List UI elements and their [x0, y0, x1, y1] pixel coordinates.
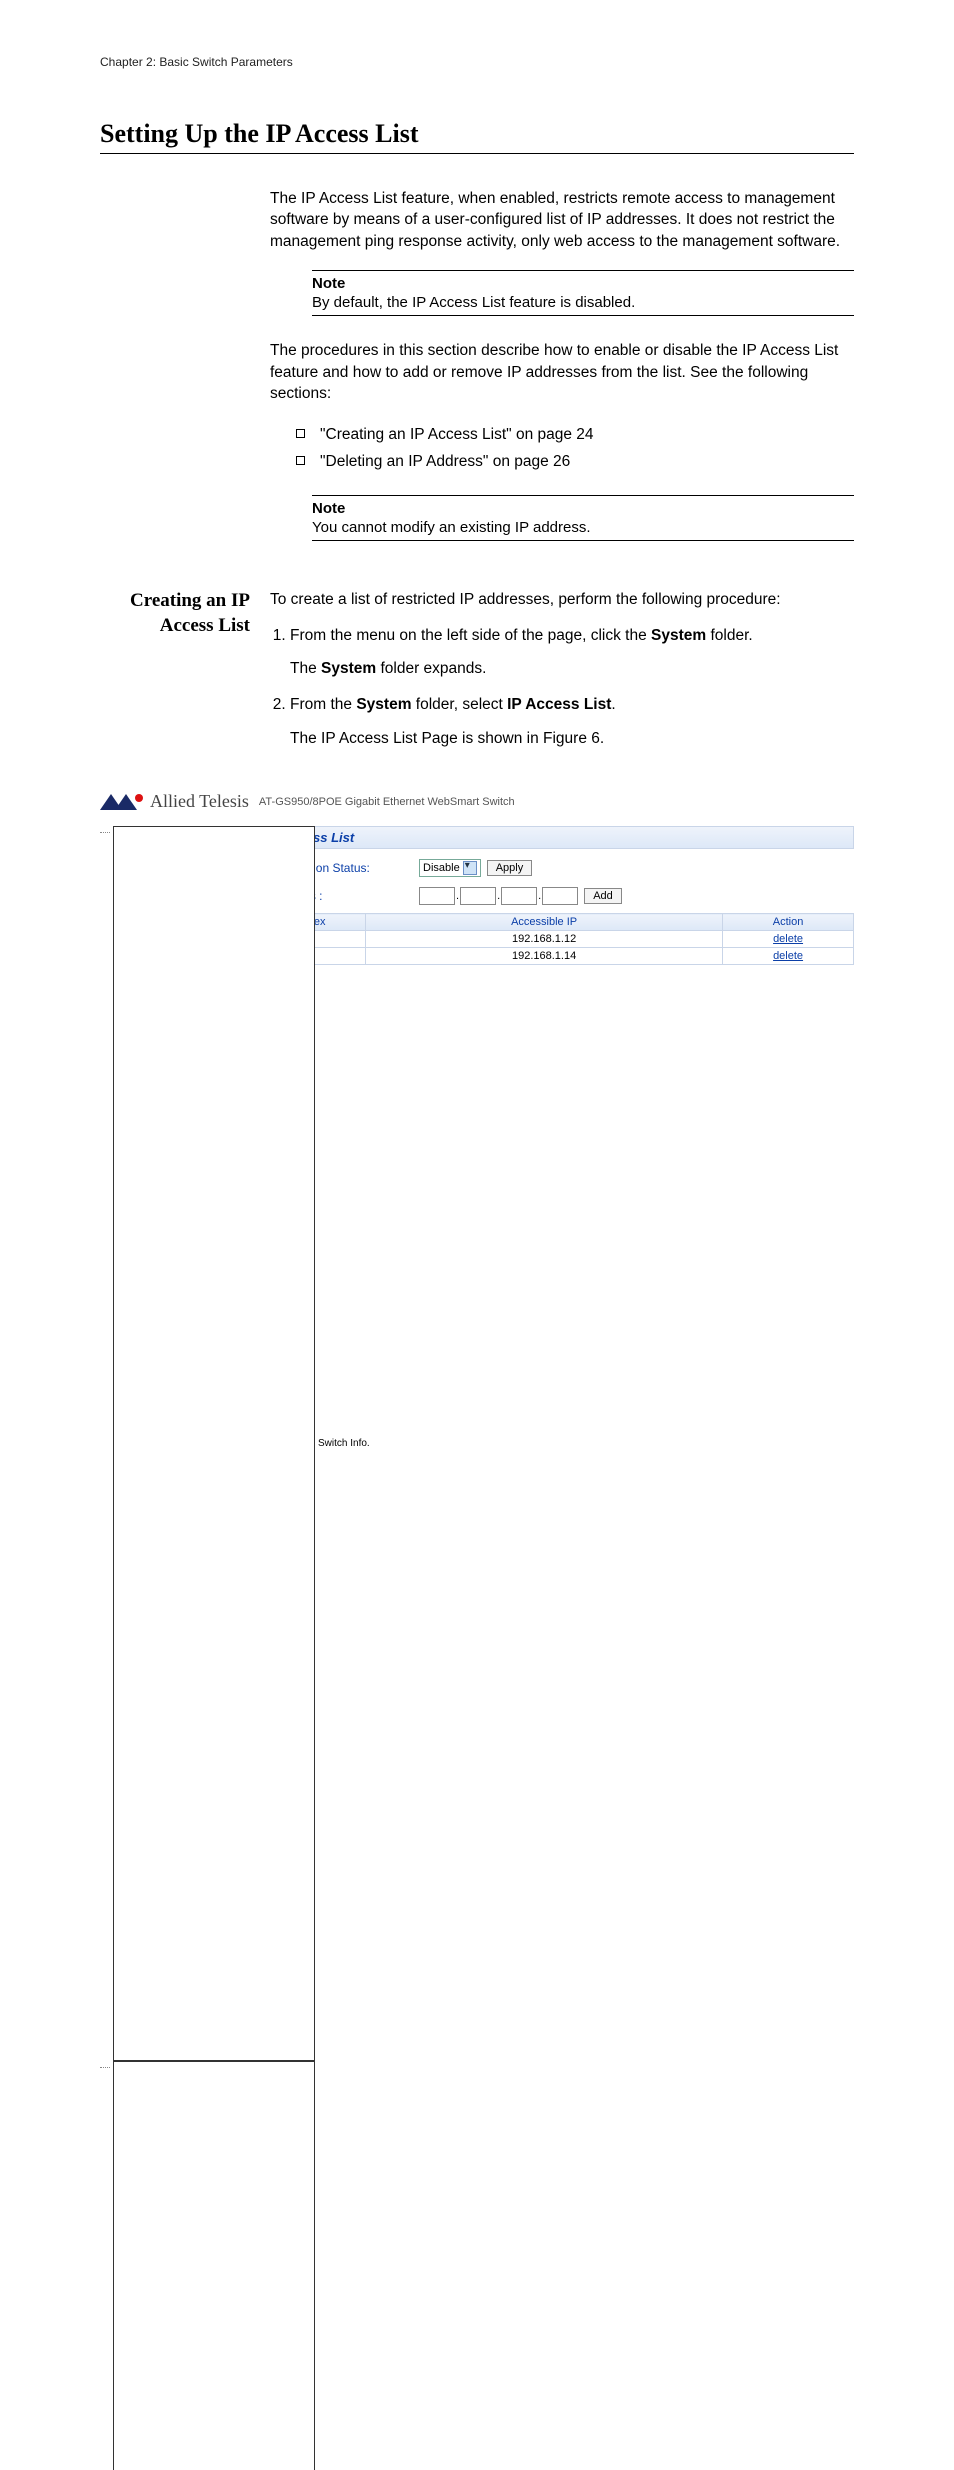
tree-node[interactable]: Front Panel [100, 2061, 250, 2470]
procedure-step: From the System folder, select IP Access… [290, 694, 854, 749]
brand-name: Allied Telesis [150, 791, 249, 812]
ip-access-table: Index Accessible IP Action 1192.168.1.12… [258, 913, 854, 965]
bullet-item: "Deleting an IP Address" on page 26 [296, 449, 854, 475]
ip-restriction-select[interactable]: Disable [419, 859, 481, 877]
cell-action: delete [723, 948, 854, 965]
delete-link[interactable]: delete [773, 933, 803, 945]
cell-action: delete [723, 931, 854, 948]
section-intro: To create a list of restricted IP addres… [270, 589, 854, 611]
intro-paragraph: The IP Access List feature, when enabled… [270, 188, 854, 252]
section-creating-ip-access-list: Creating an IP Access List To create a l… [100, 589, 854, 763]
note-body: By default, the IP Access List feature i… [312, 294, 854, 311]
add-button[interactable]: Add [584, 888, 622, 904]
panel-title: IP Access List [258, 826, 854, 849]
page-title: Setting Up the IP Access List [100, 119, 854, 154]
ip-octet-4[interactable] [542, 887, 578, 905]
procedure-step: From the menu on the left side of the pa… [290, 625, 854, 680]
procedure-list: From the menu on the left side of the pa… [270, 625, 854, 750]
brand-product: AT-GS950/8POE Gigabit Ethernet WebSmart … [259, 796, 515, 808]
cell-ip: 192.168.1.14 [366, 948, 723, 965]
table-row: 2192.168.1.14delete [259, 948, 854, 965]
table-row: 1192.168.1.12delete [259, 931, 854, 948]
paragraph-2: The procedures in this section describe … [270, 340, 854, 404]
ip-restriction-row: IP Restriction Status: Disable Apply [258, 859, 854, 877]
table-header-ip: Accessible IP [366, 914, 723, 931]
ip-octet-2[interactable] [460, 887, 496, 905]
chevron-down-icon [463, 861, 477, 875]
bullet-list: "Creating an IP Access List" on page 24 … [296, 422, 854, 475]
note-title: Note [312, 275, 854, 292]
ip-octet-3[interactable] [501, 887, 537, 905]
note-body: You cannot modify an existing IP address… [312, 519, 854, 536]
nav-tree[interactable]: Switch Info.Front Panel-SystemManagement… [100, 826, 250, 2470]
main-panel: IP Access List IP Restriction Status: Di… [258, 826, 854, 2470]
ip-octet-1[interactable] [419, 887, 455, 905]
delete-link[interactable]: delete [773, 950, 803, 962]
cell-ip: 192.168.1.12 [366, 931, 723, 948]
ip-address-row: IP Address : ... Add [258, 887, 854, 905]
note-title: Note [312, 500, 854, 517]
section-heading: Creating an IP Access List [100, 589, 270, 763]
ip-address-inputs: ... [419, 887, 578, 905]
table-header-action: Action [723, 914, 854, 931]
apply-button[interactable]: Apply [487, 860, 533, 876]
note-box-2: Note You cannot modify an existing IP ad… [312, 495, 854, 541]
figure-screenshot: Allied Telesis AT-GS950/8POE Gigabit Eth… [100, 791, 854, 2470]
tree-node[interactable]: Switch Info. [100, 826, 250, 2061]
brand-header: Allied Telesis AT-GS950/8POE Gigabit Eth… [100, 791, 854, 812]
note-box-1: Note By default, the IP Access List feat… [312, 270, 854, 316]
brand-logo-icon [100, 794, 144, 810]
chapter-header: Chapter 2: Basic Switch Parameters [100, 55, 854, 69]
bullet-item: "Creating an IP Access List" on page 24 [296, 422, 854, 448]
